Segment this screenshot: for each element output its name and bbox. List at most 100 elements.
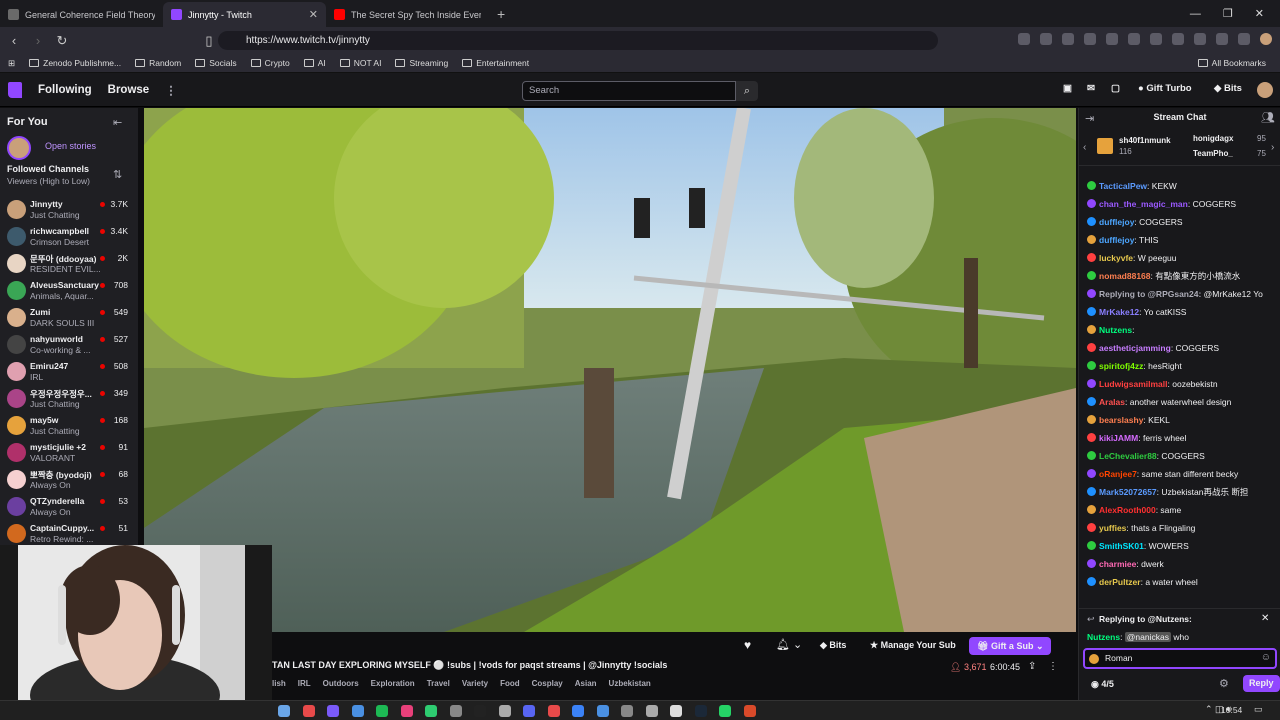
bookmark-folder[interactable]: NOT AI [339, 58, 381, 68]
chat-message[interactable]: Replying to @RPGsan24: @MrKake12 Yo [1087, 289, 1277, 300]
chat-message[interactable]: kikiJAMM: ferris wheel [1087, 433, 1277, 444]
taskbar-app-icon[interactable] [645, 705, 658, 717]
browse-link[interactable]: Browse [108, 84, 150, 96]
bookmark-folder[interactable]: Zenodo Publishme... [29, 58, 121, 68]
extension-icon[interactable] [1084, 33, 1096, 45]
chat-message[interactable]: Ludwigsamilmall: oozebekistn [1087, 379, 1277, 390]
extension-icon[interactable] [1040, 33, 1052, 45]
apps-grid-icon[interactable]: ⊞ [8, 58, 15, 69]
bookmark-folder[interactable]: Socials [195, 58, 237, 68]
avatar[interactable] [1260, 33, 1272, 45]
extension-icon[interactable] [1128, 33, 1140, 45]
sort-icon[interactable]: ⇅ [113, 168, 122, 181]
chat-username[interactable]: dufflejoy [1099, 235, 1134, 245]
whispers-icon[interactable]: ▢ [1111, 83, 1120, 94]
sidebar-channel[interactable]: may5w Just Chatting 168 [0, 412, 138, 439]
chat-message[interactable]: MrKake12: Yo catKISS [1087, 307, 1277, 318]
bookmark-folder[interactable]: Crypto [250, 58, 290, 68]
chat-settings-icon[interactable]: ⚙ [1219, 677, 1229, 690]
chat-username[interactable]: AlexRooth000 [1099, 505, 1156, 515]
chat-message[interactable]: Aralas: another waterwheel design [1087, 397, 1277, 408]
chat-message[interactable]: Mark52072657: Uzbekistan再战乐 断担 [1087, 487, 1277, 498]
extension-icon[interactable] [1238, 33, 1250, 45]
bookmark-folder[interactable]: Streaming [395, 58, 448, 68]
chat-username[interactable]: SmithSK01 [1099, 541, 1144, 551]
notifications-icon[interactable]: ▭ [1254, 704, 1263, 715]
extension-icon[interactable] [1216, 33, 1228, 45]
taskbar-app-icon[interactable] [327, 705, 339, 717]
forward-icon[interactable]: › [28, 33, 48, 48]
chat-username[interactable]: Mark52072657 [1099, 487, 1157, 497]
close-reply-icon[interactable]: ✕ [1261, 613, 1269, 624]
browser-tab-2[interactable]: The Secret Spy Tech Inside Every Cre [326, 2, 489, 27]
chat-message[interactable]: charmiee: dwerk [1087, 559, 1277, 570]
sidebar-channel[interactable]: 우정우정우정우... Just Chatting 349 [0, 385, 138, 412]
chat-username[interactable]: spiritofj4zz [1099, 361, 1143, 371]
chat-message[interactable]: LeChevalier88: COGGERS [1087, 451, 1277, 462]
stories-avatar[interactable] [7, 136, 31, 160]
chat-message[interactable]: nomad88168: 有點像東方的小橋流水 [1087, 271, 1277, 282]
taskbar-app-icon[interactable] [670, 705, 682, 717]
taskbar-app-icon[interactable] [694, 705, 707, 717]
sidebar-channel[interactable]: 문뚜아 (ddooyaa) RESIDENT EVIL... 2K [0, 250, 138, 277]
search-input[interactable]: Search [522, 81, 736, 101]
taskbar-app-icon[interactable] [376, 705, 388, 717]
chat-username[interactable]: chan_the_magic_man [1099, 199, 1188, 209]
reply-button[interactable]: Reply [1243, 675, 1280, 692]
url-field[interactable]: https://www.twitch.tv/jinnytty [218, 31, 938, 50]
close-tab-icon[interactable]: ✕ [309, 8, 318, 21]
chat-username[interactable]: luckyvfe [1099, 253, 1133, 263]
chat-username[interactable]: derPultzer [1099, 577, 1141, 587]
sidebar-channel[interactable]: QTZynderella Always On 53 [0, 493, 138, 520]
all-bookmarks[interactable]: All Bookmarks [1197, 58, 1266, 68]
chat-username[interactable]: MrKake12 [1099, 307, 1139, 317]
chat-message[interactable]: derPultzer: a water wheel [1087, 577, 1277, 588]
following-link[interactable]: Following [38, 84, 92, 96]
stream-tag[interactable]: Travel [427, 679, 450, 688]
collapse-sidebar-icon[interactable]: ⇤ [113, 116, 122, 129]
chat-username[interactable]: LeChevalier88 [1099, 451, 1157, 461]
minimize-icon[interactable]: — [1190, 8, 1201, 20]
stream-tag[interactable]: Variety [462, 679, 488, 688]
chat-username[interactable]: nomad88168 [1099, 271, 1151, 281]
taskbar-app-icon[interactable] [596, 705, 609, 717]
extension-icon[interactable] [1194, 33, 1206, 45]
taskbar-app-icon[interactable] [449, 705, 462, 717]
bookmark-folder[interactable]: AI [303, 58, 326, 68]
sidebar-channel[interactable]: Jinnytty Just Chatting 3.7K [0, 196, 138, 223]
leaderboard-next-icon[interactable]: › [1271, 142, 1274, 153]
video-player[interactable] [144, 108, 1076, 632]
chat-message[interactable]: AlexRooth000: same [1087, 505, 1277, 516]
taskbar-app-icon[interactable] [743, 705, 756, 717]
extension-icon[interactable] [1106, 33, 1118, 45]
chat-username[interactable]: aestheticjamming [1099, 343, 1171, 353]
stream-tag[interactable]: IRL [298, 679, 311, 688]
sidebar-channel[interactable]: AlveusSanctuary Animals, Aquar... 708 [0, 277, 138, 304]
taskbar-app-icon[interactable] [621, 705, 633, 717]
chat-message[interactable]: aestheticjamming: COGGERS [1087, 343, 1277, 354]
prime-loot-icon[interactable]: ▣ [1063, 83, 1072, 94]
browser-tab-0[interactable]: General Coherence Field Theory (GC [0, 2, 163, 27]
stream-tag[interactable]: Asian [575, 679, 597, 688]
taskbar-app-icon[interactable] [719, 705, 731, 717]
sidebar-channel[interactable]: CaptainCuppy... Retro Rewind: ... 51 [0, 520, 138, 547]
chat-username[interactable]: Aralas [1099, 397, 1125, 407]
taskbar-app-icon[interactable] [425, 705, 437, 717]
open-stories-link[interactable]: Open stories [45, 141, 96, 151]
chat-message[interactable]: oRanjee7: same stan different becky [1087, 469, 1277, 480]
taskbar-app-icon[interactable] [351, 705, 364, 717]
chat-message[interactable]: luckyvfe: W peeguu [1087, 253, 1277, 264]
search-icon[interactable]: ⌕ [736, 81, 758, 101]
gift-sub-button[interactable]: 🎁︎ Gift a Sub ⌄ [969, 637, 1052, 655]
bits-button[interactable]: ◆ Bits [1214, 83, 1242, 94]
stream-tag[interactable]: Uzbekistan [609, 679, 651, 688]
avatar[interactable] [1257, 82, 1273, 98]
channel-points[interactable]: ◉ 4/5 [1091, 679, 1114, 690]
sidebar-channel[interactable]: Zumi DARK SOULS III 549 [0, 304, 138, 331]
browser-tab-1[interactable]: Jinnytty - Twitch ✕ [163, 2, 326, 27]
extension-icon[interactable] [1172, 33, 1184, 45]
chat-username[interactable]: dufflejoy [1099, 217, 1134, 227]
close-window-icon[interactable]: ✕ [1255, 7, 1264, 20]
chat-message[interactable]: SmithSK01: WOWERS [1087, 541, 1277, 552]
chat-identity-icon[interactable] [1089, 654, 1099, 664]
